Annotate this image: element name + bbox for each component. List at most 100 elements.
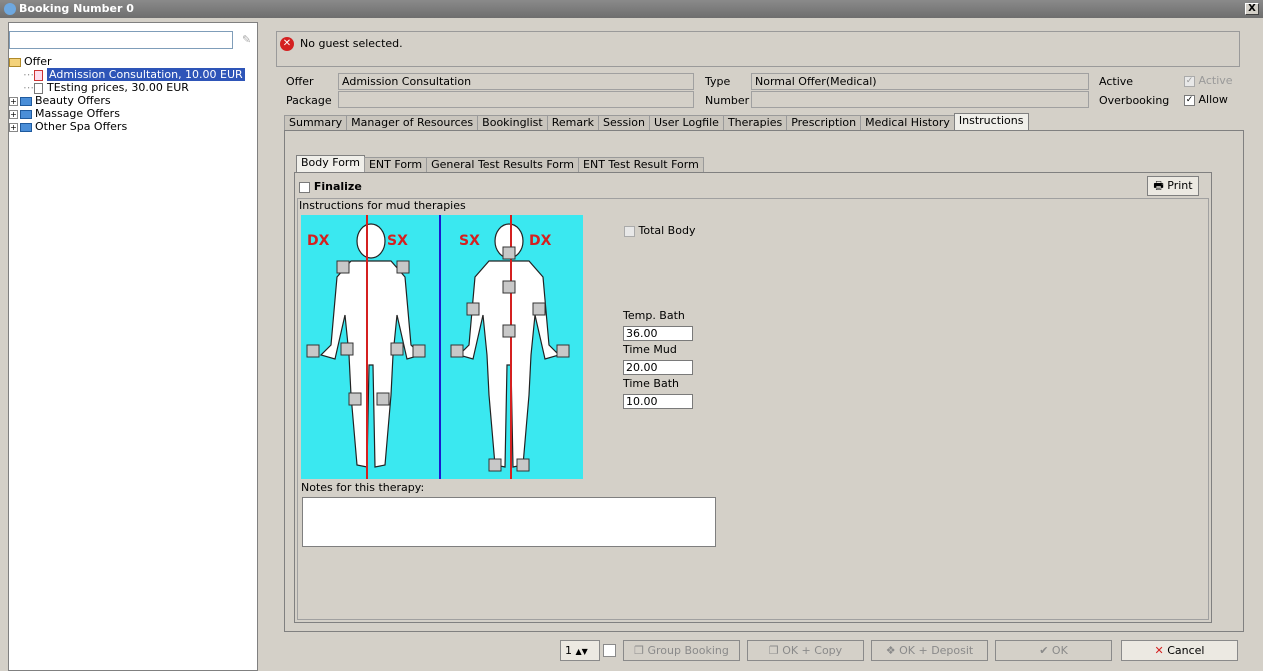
marker-box[interactable] xyxy=(376,392,390,406)
marker-box[interactable] xyxy=(502,324,516,338)
notes-label: Notes for this therapy: xyxy=(301,481,425,494)
tree-item-testing[interactable]: ⋯ TEsting prices, 30.00 EUR xyxy=(9,81,257,94)
group-checkbox[interactable] xyxy=(603,644,616,657)
tab-summary[interactable]: Summary xyxy=(284,115,348,131)
tree-group-beauty[interactable]: + Beauty Offers xyxy=(9,94,257,107)
tab-remark[interactable]: Remark xyxy=(546,115,599,131)
marker-box[interactable] xyxy=(348,392,362,406)
ok-label: OK xyxy=(1051,644,1068,657)
print-button[interactable]: 🖶 Print xyxy=(1147,176,1199,196)
tree-root-offer[interactable]: Offer xyxy=(9,55,257,68)
time-mud-label: Time Mud xyxy=(623,343,677,356)
ok-copy-label: OK + Copy xyxy=(782,644,843,657)
ok-button[interactable]: ✔ OK xyxy=(995,640,1112,661)
tree-group-label: Massage Offers xyxy=(35,107,120,120)
expand-icon[interactable]: + xyxy=(9,109,18,119)
expand-icon[interactable]: + xyxy=(9,96,18,106)
active-checkbox: ✓ Active xyxy=(1184,74,1233,87)
booking-main: ✕ No guest selected. Offer Admission Con… xyxy=(262,22,1263,671)
tab-user-logfile[interactable]: User Logfile xyxy=(648,115,724,131)
tree-search-input[interactable] xyxy=(9,31,233,49)
package-label: Package xyxy=(286,94,332,107)
marker-box[interactable] xyxy=(516,458,530,472)
marker-box[interactable] xyxy=(306,344,320,358)
body-diagram: DX SX SX DX xyxy=(301,215,583,479)
ok-deposit-button[interactable]: ❖ OK + Deposit xyxy=(871,640,988,661)
message-text: No guest selected. xyxy=(300,37,403,50)
finalize-checkbox[interactable]: Finalize xyxy=(299,180,362,193)
quantity-stepper[interactable]: 1 ▲▼ xyxy=(560,640,600,661)
tab-therapies[interactable]: Therapies xyxy=(722,115,788,131)
window-titlebar: Booking Number 0 X xyxy=(0,0,1263,18)
window-title: Booking Number 0 xyxy=(19,2,134,15)
tree-group-label: Beauty Offers xyxy=(35,94,111,107)
type-label: Type xyxy=(705,75,731,88)
app-icon xyxy=(4,3,16,15)
cancel-label: Cancel xyxy=(1167,644,1205,657)
subtab-ent-test-result[interactable]: ENT Test Result Form xyxy=(578,157,704,173)
instructions-panel: Body Form ENT Form General Test Results Fo… xyxy=(284,130,1244,632)
total-body-label: Total Body xyxy=(638,224,696,237)
cancel-button[interactable]: ✕ Cancel xyxy=(1121,640,1238,661)
marker-box[interactable] xyxy=(532,302,546,316)
tree-group-label: Other Spa Offers xyxy=(35,120,128,133)
tab-medical-history[interactable]: Medical History xyxy=(860,115,955,131)
expand-icon[interactable]: + xyxy=(9,122,18,132)
sx-label-front: SX xyxy=(387,233,408,249)
spinner-icon[interactable]: ▲▼ xyxy=(576,647,588,656)
tab-prescription[interactable]: Prescription xyxy=(786,115,862,131)
ok-copy-button[interactable]: ❐ OK + Copy xyxy=(747,640,864,661)
tab-manager-of-resources[interactable]: Manager of Resources xyxy=(346,115,479,131)
temp-bath-input[interactable]: 36.00 xyxy=(623,326,693,341)
deposit-icon: ❖ xyxy=(885,644,896,657)
tree-item-label: Admission Consultation, 10.00 EUR xyxy=(47,68,245,81)
marker-box[interactable] xyxy=(340,342,354,356)
time-bath-label: Time Bath xyxy=(623,377,679,390)
marker-box[interactable] xyxy=(488,458,502,472)
marker-box[interactable] xyxy=(412,344,426,358)
offer-tree-pane: ✎ Offer ⋯ Admission Consultation, 10.00 E… xyxy=(8,22,258,671)
subtab-body-form[interactable]: Body Form xyxy=(296,155,365,173)
subtab-strip: Body Form ENT Form General Test Results Fo… xyxy=(296,155,704,173)
subtab-general-test-results[interactable]: General Test Results Form xyxy=(426,157,580,173)
marker-box[interactable] xyxy=(396,260,410,274)
allow-checkbox[interactable]: ✓ Allow xyxy=(1184,93,1228,106)
marker-box[interactable] xyxy=(556,344,570,358)
group-booking-button[interactable]: ❐ Group Booking xyxy=(623,640,740,661)
time-bath-input[interactable]: 10.00 xyxy=(623,394,693,409)
time-mud-input[interactable]: 20.00 xyxy=(623,360,693,375)
group-booking-label: Group Booking xyxy=(647,644,729,657)
dx-label-back: DX xyxy=(529,233,552,249)
notes-textarea[interactable] xyxy=(302,497,716,547)
tree-item-admission[interactable]: ⋯ Admission Consultation, 10.00 EUR xyxy=(9,68,257,81)
print-label: Print xyxy=(1167,179,1193,192)
error-icon: ✕ xyxy=(280,37,294,51)
body-form-panel: Finalize 🖶 Print Instructions for mud th… xyxy=(294,172,1212,623)
tree-group-massage[interactable]: + Massage Offers xyxy=(9,107,257,120)
marker-box[interactable] xyxy=(390,342,404,356)
check-icon: ✔ xyxy=(1039,644,1049,657)
edit-icon[interactable]: ✎ xyxy=(242,33,251,46)
document-icon xyxy=(34,82,43,94)
marker-box[interactable] xyxy=(502,246,516,260)
tab-instructions[interactable]: Instructions xyxy=(953,113,1029,131)
sx-label-back: SX xyxy=(459,233,480,249)
marker-box[interactable] xyxy=(450,344,464,358)
total-body-checkbox[interactable]: Total Body xyxy=(624,224,695,237)
tree-group-other-spa[interactable]: + Other Spa Offers xyxy=(9,120,257,133)
marker-box[interactable] xyxy=(502,280,516,294)
body-diagram-svg: DX SX SX DX xyxy=(306,215,570,479)
finalize-label: Finalize xyxy=(313,180,362,193)
marker-box[interactable] xyxy=(336,260,350,274)
package-field xyxy=(338,91,694,108)
close-button[interactable]: X xyxy=(1245,3,1259,15)
folder-icon xyxy=(20,122,32,132)
cancel-icon: ✕ xyxy=(1154,644,1164,657)
folder-open-icon xyxy=(9,57,21,67)
subtab-ent-form[interactable]: ENT Form xyxy=(363,157,428,173)
tab-bookinglist[interactable]: Bookinglist xyxy=(477,115,548,131)
allow-checkbox-label: Allow xyxy=(1198,93,1228,106)
marker-box[interactable] xyxy=(466,302,480,316)
tab-session[interactable]: Session xyxy=(597,115,650,131)
instructions-label: Instructions for mud therapies xyxy=(299,199,466,212)
